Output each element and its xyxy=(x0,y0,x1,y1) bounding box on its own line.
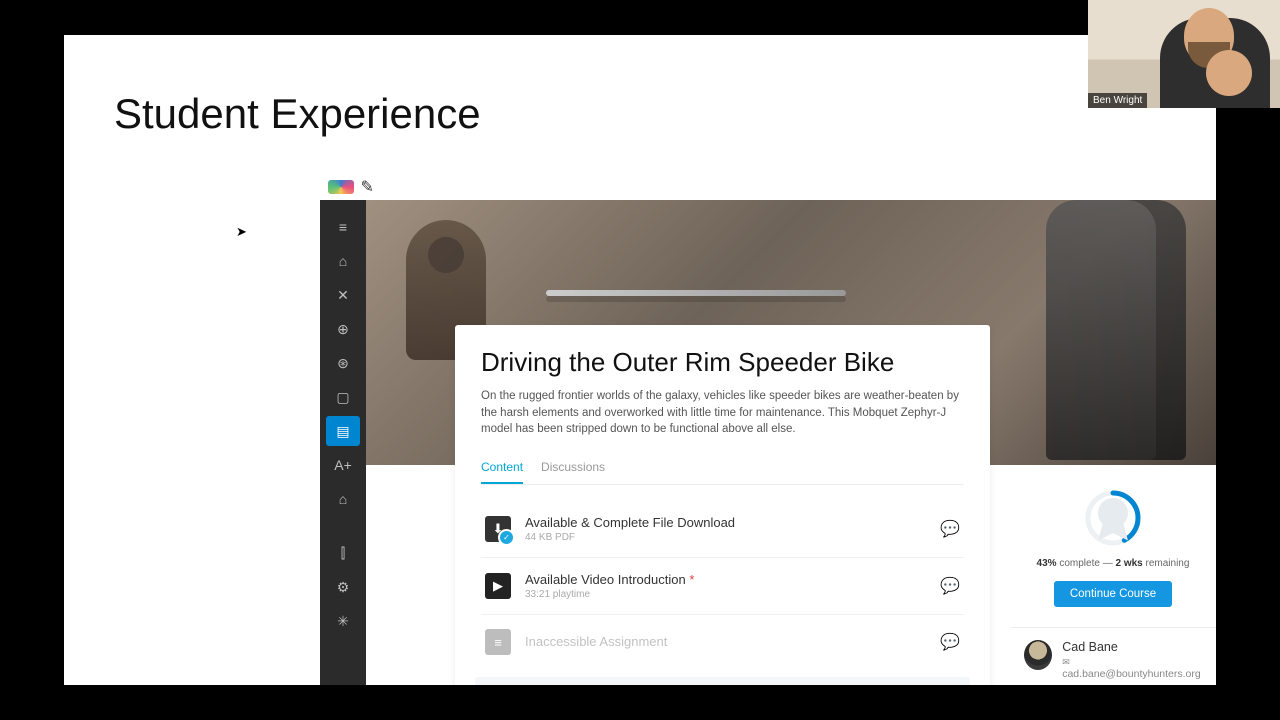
sidebar-slot-icon[interactable]: ▢ xyxy=(326,382,360,412)
tab-discussions[interactable]: Discussions xyxy=(541,454,605,484)
comment-icon[interactable]: 💬 xyxy=(940,576,960,596)
avatar xyxy=(1024,640,1052,670)
award-icon xyxy=(1083,488,1143,548)
slide: Student Experience ➤ ≡ ⌂ ✕ ⊕ ⊛ ▢ ▤ A+ ⌂ … xyxy=(64,35,1216,685)
document-icon: ≡ xyxy=(485,629,511,655)
content-item-assignment: ≡ Inaccessible Assignment 💬 xyxy=(481,614,964,669)
sidebar-globe-icon[interactable]: ⊛ xyxy=(326,348,360,378)
sidebar-calendar-icon[interactable]: ▤ xyxy=(326,416,360,446)
course-card: Driving the Outer Rim Speeder Bike On th… xyxy=(455,325,990,685)
progress-ring xyxy=(1083,488,1143,548)
webcam-overlay: Ben Wright xyxy=(1088,0,1280,108)
file-icon: ⬇ xyxy=(485,516,511,542)
user-name: Cad Bane xyxy=(1062,640,1202,654)
sidebar-tools-icon[interactable]: ✕ xyxy=(326,280,360,310)
progress-card: 43% complete — 2 wks remaining Continue … xyxy=(1010,470,1216,628)
sidebar-assign-icon[interactable]: ⌂ xyxy=(326,484,360,514)
content-item-title: Available & Complete File Download xyxy=(525,515,926,530)
sidebar: ≡ ⌂ ✕ ⊕ ⊛ ▢ ▤ A+ ⌂ ⫿ ⚙ ✳ xyxy=(320,200,366,685)
course-title: Driving the Outer Rim Speeder Bike xyxy=(481,347,964,378)
page-title: Student Experience xyxy=(114,90,481,138)
content-item-title: Available Video Introduction * xyxy=(525,572,926,587)
user-card: Cad Bane cad.bane@bountyhunters.org xyxy=(1010,628,1216,685)
progress-text: 43% complete — 2 wks remaining xyxy=(1020,558,1206,569)
comment-icon[interactable]: 💬 xyxy=(940,519,960,539)
sidebar-settings-icon[interactable]: ⚙ xyxy=(326,572,360,602)
continue-course-button[interactable]: Continue Course xyxy=(1054,581,1172,607)
sidebar-analytics-icon[interactable]: ⫿ xyxy=(326,538,360,568)
tab-content[interactable]: Content xyxy=(481,454,523,484)
sidebar-home-icon[interactable]: ⌂ xyxy=(326,246,360,276)
sidebar-grades-icon[interactable]: A+ xyxy=(326,450,360,480)
lms-app: ≡ ⌂ ✕ ⊕ ⊛ ▢ ▤ A+ ⌂ ⫿ ⚙ ✳ Driving the Out… xyxy=(320,170,1216,685)
mouse-cursor: ➤ xyxy=(236,224,247,240)
content-item-sub: 44 KB PDF xyxy=(525,532,926,543)
comment-icon: 💬 xyxy=(940,632,960,652)
right-column: 43% complete — 2 wks remaining Continue … xyxy=(1010,470,1216,685)
course-description: On the rugged frontier worlds of the gal… xyxy=(481,388,964,438)
sidebar-admin-icon[interactable]: ✳ xyxy=(326,606,360,636)
content-item-sub: 33:21 playtime xyxy=(525,589,926,600)
brand-logo xyxy=(328,176,374,197)
content-item-file[interactable]: ⬇ Available & Complete File Download 44 … xyxy=(481,501,964,557)
video-icon: ▶ xyxy=(485,573,511,599)
content-item-video[interactable]: ▶ Available Video Introduction * 33:21 p… xyxy=(481,557,964,614)
sidebar-add-icon[interactable]: ⊕ xyxy=(326,314,360,344)
content-item-title: Inaccessible Assignment xyxy=(525,634,926,649)
user-email[interactable]: cad.bane@bountyhunters.org xyxy=(1062,656,1202,680)
course-tabs: Content Discussions xyxy=(481,454,964,485)
sidebar-menu-icon[interactable]: ≡ xyxy=(326,212,360,242)
section-header[interactable]: Unit 1: This is a Section Name ⌄ xyxy=(475,677,970,685)
presenter-name: Ben Wright xyxy=(1088,93,1147,108)
